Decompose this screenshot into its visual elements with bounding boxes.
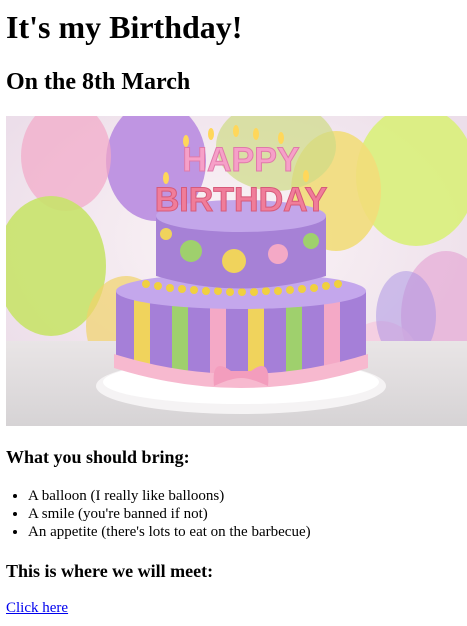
meet-location-link[interactable]: Click here <box>6 600 68 617</box>
list-item: An appetite (there's lots to eat on the … <box>28 523 461 541</box>
list-item: A balloon (I really like balloons) <box>28 487 461 505</box>
candle-text-top: HAPPY <box>182 141 299 179</box>
birthday-cake-image: HAPPY BIRTHDAY <box>6 116 467 427</box>
bring-heading: What you should bring: <box>6 447 190 468</box>
cake-illustration: HAPPY BIRTHDAY <box>6 116 467 427</box>
page-title: It's my Birthday! <box>6 9 243 45</box>
bring-list: A balloon (I really like balloons) A smi… <box>6 487 461 541</box>
meet-heading: This is where we will meet: <box>6 560 214 581</box>
candle-text-bottom: BIRTHDAY <box>155 181 328 219</box>
list-item: A smile (you're banned if not) <box>28 505 461 523</box>
page-content: It's my Birthday! On the 8th March HAPPY… <box>0 9 467 617</box>
page-subtitle: On the 8th March <box>6 68 191 95</box>
